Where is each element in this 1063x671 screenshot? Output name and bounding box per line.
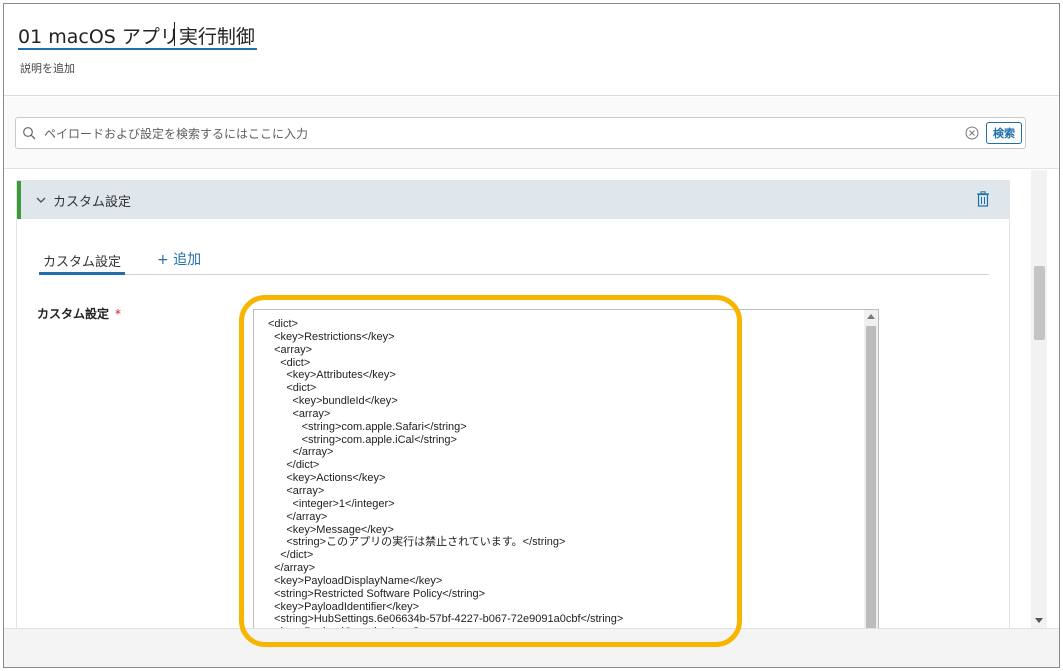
profile-title-input[interactable]: 01 macOS アプリ実行制御 bbox=[18, 22, 257, 50]
search-button[interactable]: 検索 bbox=[986, 122, 1022, 144]
section-header[interactable]: カスタム設定 bbox=[17, 181, 1010, 219]
add-description-link[interactable]: 説明を追加 bbox=[20, 60, 75, 76]
annotation-highlight bbox=[239, 295, 742, 647]
editor-scrollbar[interactable] bbox=[864, 310, 878, 638]
custom-settings-label: カスタム設定 * bbox=[37, 305, 121, 322]
editor-scroll-thumb[interactable] bbox=[866, 326, 876, 638]
page-scrollbar[interactable] bbox=[1031, 170, 1047, 628]
tab-bar: カスタム設定 + 追加 bbox=[39, 247, 989, 275]
clear-circle-x-icon[interactable] bbox=[964, 125, 980, 141]
section-title: カスタム設定 bbox=[53, 195, 132, 210]
page-scroll-thumb[interactable] bbox=[1034, 266, 1045, 340]
chevron-down-icon[interactable] bbox=[35, 194, 47, 206]
text-cursor bbox=[174, 22, 175, 46]
search-input[interactable] bbox=[44, 124, 944, 144]
field-label-text: カスタム設定 bbox=[37, 307, 110, 321]
scroll-up-arrow-icon[interactable] bbox=[867, 314, 875, 319]
profile-header: 01 macOS アプリ実行制御 説明を追加 bbox=[4, 4, 1059, 96]
trash-icon[interactable] bbox=[976, 191, 990, 207]
search-icon bbox=[23, 127, 36, 140]
search-band: 検索 bbox=[4, 97, 1059, 169]
required-mark: * bbox=[115, 307, 122, 321]
scroll-down-arrow-icon[interactable] bbox=[1035, 618, 1043, 623]
tab-custom-settings[interactable]: カスタム設定 bbox=[39, 247, 126, 275]
add-tab-button[interactable]: + 追加 bbox=[157, 249, 201, 269]
search-box: 検索 bbox=[15, 117, 1026, 149]
